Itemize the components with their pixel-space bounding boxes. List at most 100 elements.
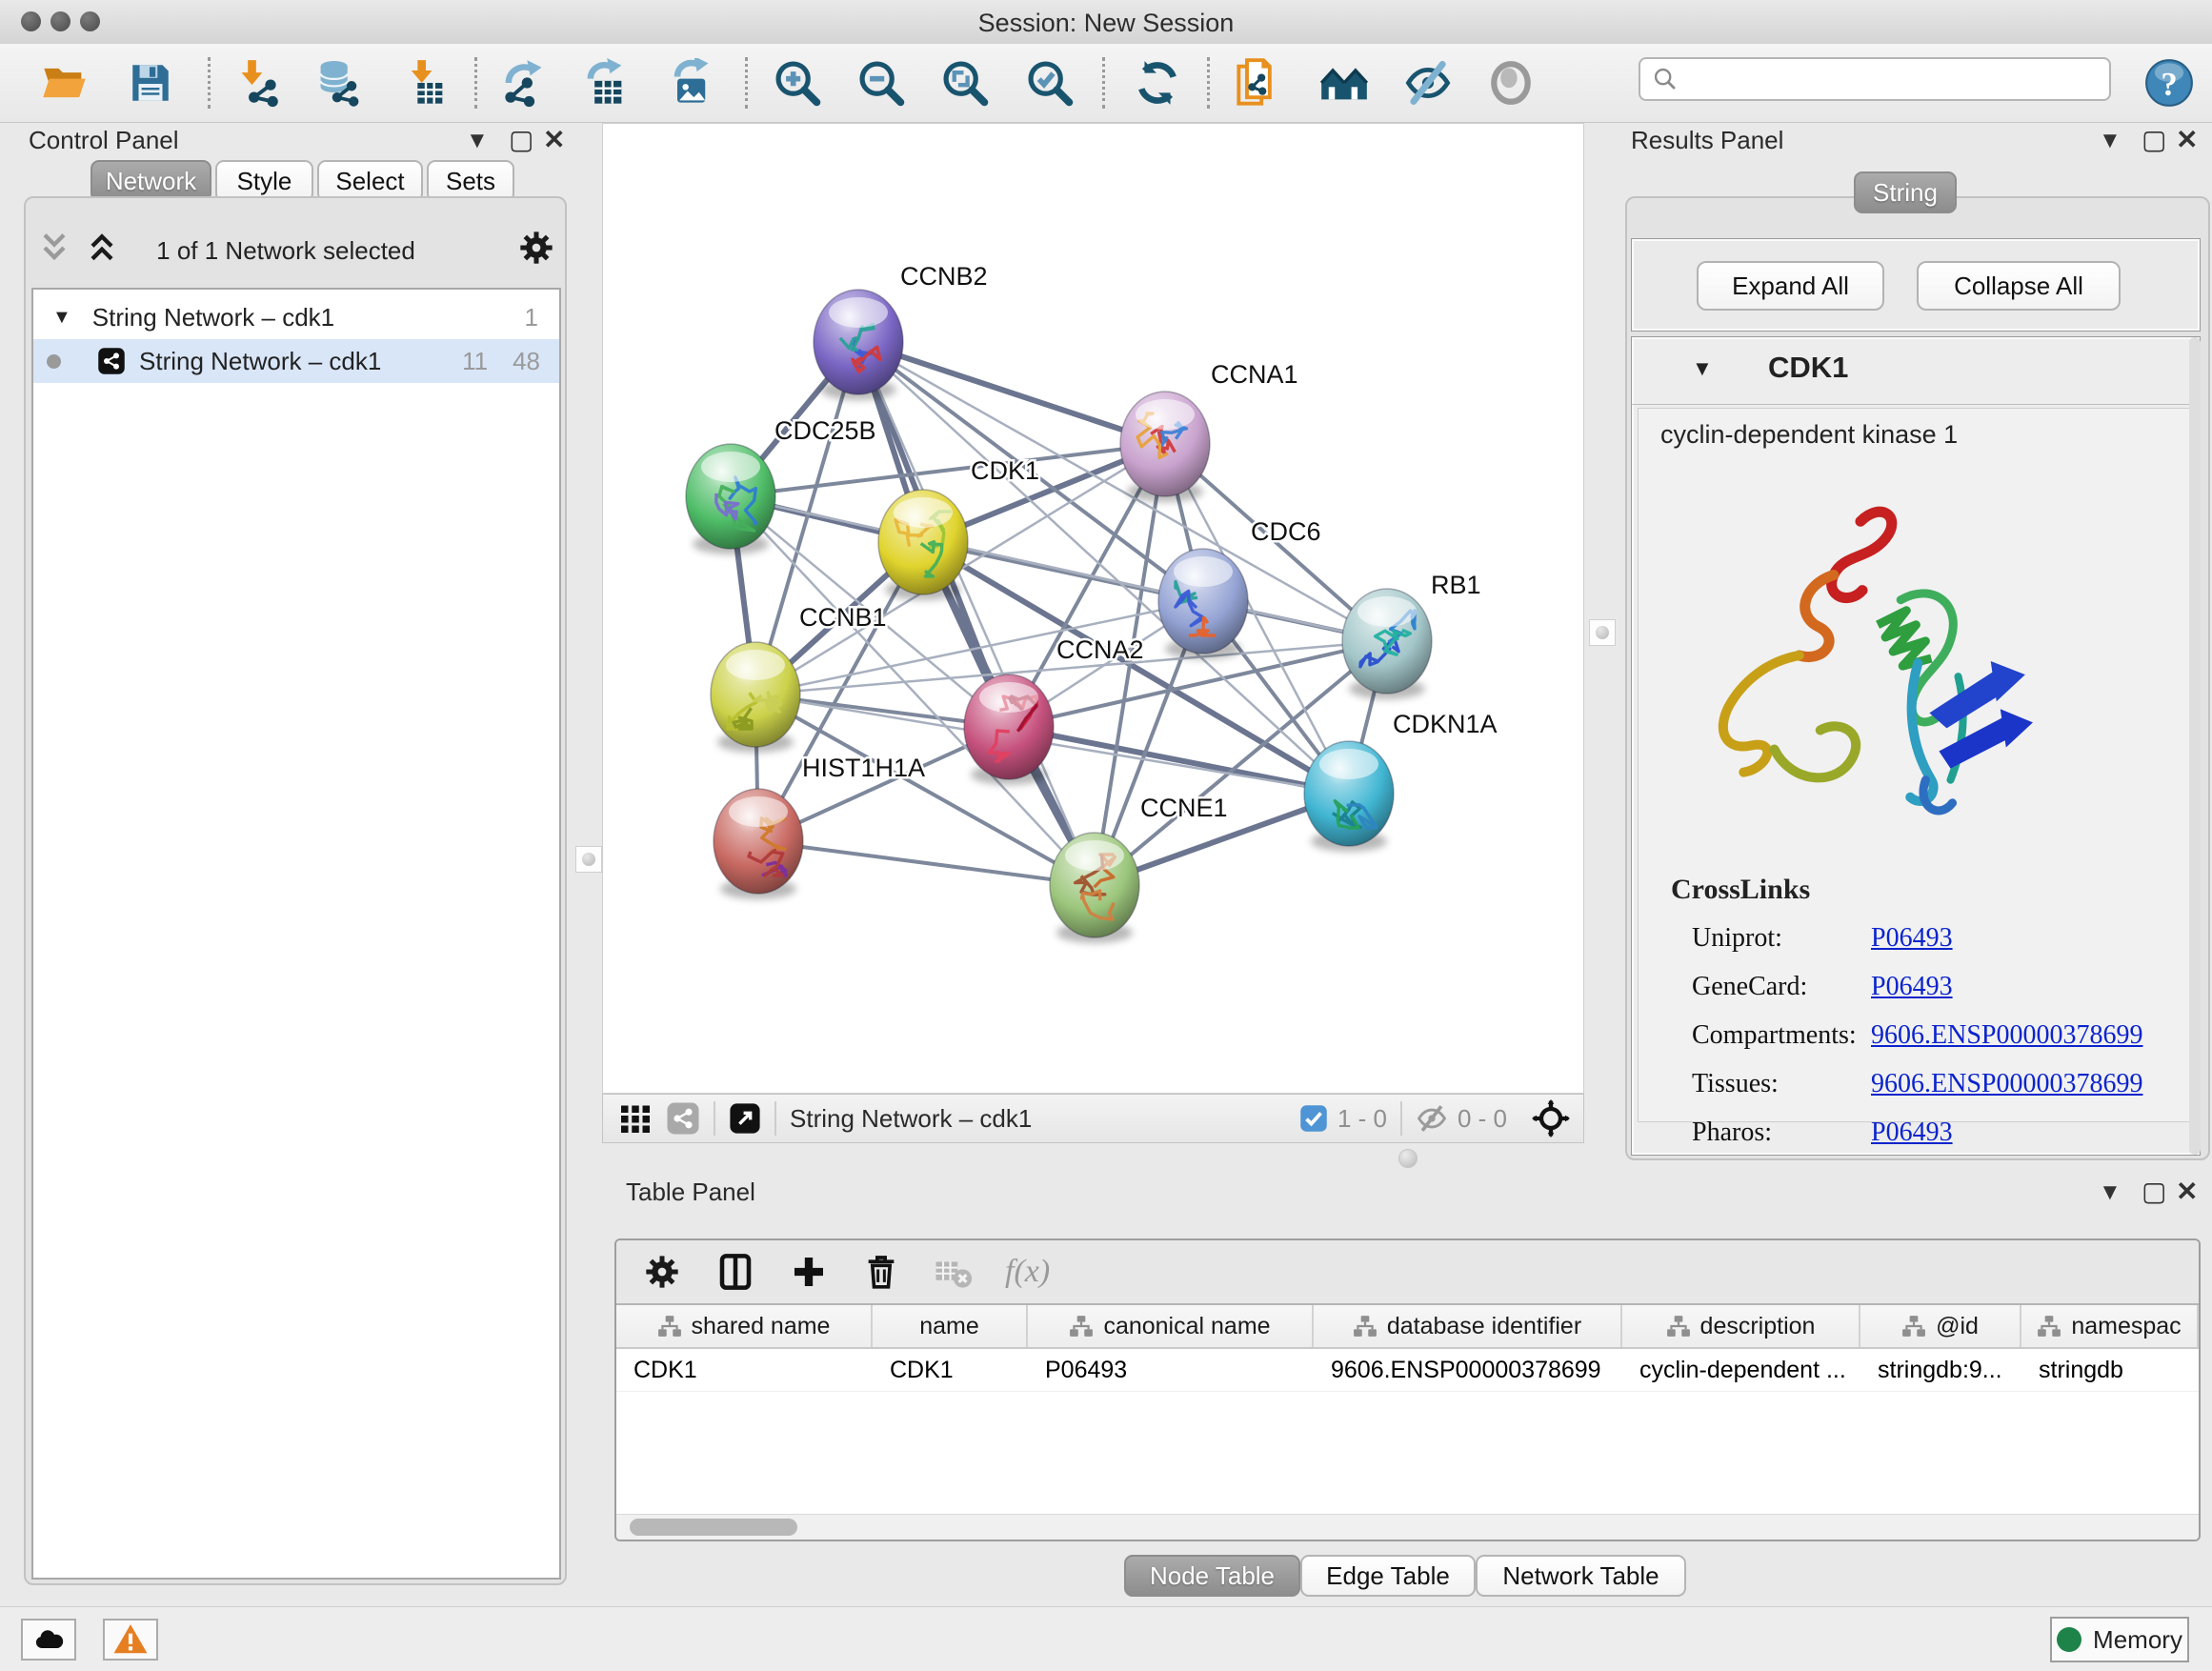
search-input[interactable] — [1679, 65, 2082, 93]
export-image-button[interactable] — [663, 56, 716, 110]
delete-column-button[interactable] — [862, 1253, 900, 1291]
table-cell[interactable]: CDK1 — [616, 1349, 873, 1391]
table-row[interactable]: CDK1CDK1P064939606.ENSP00000378699cyclin… — [616, 1349, 2199, 1392]
save-session-button[interactable] — [124, 56, 177, 110]
navigator-crosshair-icon[interactable] — [1532, 1099, 1570, 1137]
table-panel-maximize-button[interactable]: ▢ — [2142, 1176, 2166, 1207]
control-panel-close-button[interactable]: ✕ — [543, 124, 565, 155]
control-panel-maximize-button[interactable]: ▢ — [509, 124, 533, 155]
import-table-button[interactable] — [399, 56, 452, 110]
network-node-CDK1[interactable] — [878, 490, 968, 594]
export-image-icon — [665, 58, 714, 108]
results-scrollbar[interactable] — [2189, 337, 2201, 1155]
network-node-CDC25B[interactable] — [686, 444, 775, 549]
crosslink-value-link[interactable]: 9606.ENSP00000378699 — [1871, 1069, 2142, 1099]
network-node-CCNA2[interactable] — [964, 674, 1054, 779]
crosslink-value-link[interactable]: 9606.ENSP00000378699 — [1871, 1020, 2142, 1051]
network-node-CCNE1[interactable] — [1050, 833, 1139, 937]
export-network-button[interactable] — [496, 56, 550, 110]
panel-divider-handle[interactable] — [575, 846, 602, 873]
collection-expand-arrow-icon[interactable]: ▼ — [52, 307, 71, 329]
help-button[interactable]: ? — [2144, 58, 2194, 112]
collapse-all-networks-button[interactable] — [38, 229, 70, 272]
column-header-name[interactable]: name — [873, 1305, 1028, 1347]
network-node-RB1[interactable] — [1342, 589, 1432, 694]
results-panel-title: Results Panel — [1631, 126, 1783, 155]
column-header-namespac[interactable]: namespac — [2021, 1305, 2199, 1347]
scrollbar-thumb[interactable] — [630, 1519, 797, 1536]
toolbar-search-box[interactable] — [1639, 57, 2111, 101]
network-node-CCNA1[interactable] — [1120, 392, 1210, 496]
tab-edge-table[interactable]: Edge Table — [1300, 1555, 1476, 1597]
expand-all-networks-button[interactable] — [86, 229, 118, 272]
import-network-from-database-button[interactable] — [312, 56, 365, 110]
network-node-CCNB1[interactable] — [711, 642, 800, 747]
column-header-description[interactable]: description — [1622, 1305, 1860, 1347]
network-row-selected[interactable]: String Network – cdk1 11 48 — [33, 339, 559, 383]
export-table-button[interactable] — [578, 56, 632, 110]
table-cell[interactable]: stringdb:9... — [1860, 1349, 2021, 1391]
tab-node-table[interactable]: Node Table — [1124, 1555, 1300, 1597]
results-card-header[interactable]: ▼ CDK1 — [1632, 337, 2200, 405]
table-cell[interactable]: CDK1 — [873, 1349, 1028, 1391]
create-column-button[interactable] — [790, 1253, 828, 1291]
open-session-button[interactable] — [38, 56, 91, 110]
import-network-button[interactable] — [231, 56, 285, 110]
network-node-CDC6[interactable] — [1158, 549, 1248, 654]
column-header-shared-name[interactable]: shared name — [616, 1305, 873, 1347]
results-panel-close-button[interactable]: ✕ — [2176, 124, 2198, 155]
zoom-in-button[interactable] — [771, 56, 824, 110]
tab-string-results[interactable]: String — [1854, 171, 1957, 213]
network-edge-CCNE1-HIST1H1A[interactable] — [758, 841, 1095, 885]
selected-checkbox-icon[interactable] — [1299, 1104, 1328, 1133]
grid-view-icon[interactable] — [618, 1101, 653, 1136]
collapse-all-button[interactable]: Collapse All — [1917, 261, 2121, 311]
network-node-HIST1H1A[interactable] — [714, 789, 803, 894]
detach-view-icon[interactable] — [729, 1102, 761, 1135]
table-panel-float-button[interactable]: ▼ — [2099, 1179, 2122, 1206]
cloud-status-button[interactable] — [21, 1619, 76, 1661]
table-panel-close-button[interactable]: ✕ — [2176, 1176, 2198, 1207]
crosslink-value-link[interactable]: P06493 — [1871, 972, 1953, 1002]
string-home-button[interactable] — [1317, 56, 1371, 110]
show-columns-button[interactable] — [715, 1252, 755, 1292]
column-header-@id[interactable]: @id — [1860, 1305, 2021, 1347]
panel-divider-handle[interactable] — [1589, 619, 1616, 646]
memory-button[interactable]: Memory — [2050, 1617, 2189, 1662]
table-cell[interactable]: stringdb — [2021, 1349, 2199, 1391]
network-node-CDKN1A[interactable] — [1304, 741, 1394, 846]
collapse-entry-arrow-icon[interactable]: ▼ — [1692, 356, 1713, 381]
column-header-database-identifier[interactable]: database identifier — [1314, 1305, 1622, 1347]
hide-unhide-button[interactable] — [1401, 56, 1455, 110]
zoom-fit-button[interactable] — [938, 56, 992, 110]
new-network-from-selection-button[interactable] — [1233, 56, 1286, 110]
network-edge-CCNB2-CCNE1[interactable] — [858, 342, 1095, 885]
table-cell[interactable]: 9606.ENSP00000378699 — [1314, 1349, 1622, 1391]
network-canvas[interactable]: CCNB2CCNA1CDC25BCDK1CDC6RB1CCNB1CCNA2CDK… — [602, 123, 1584, 1094]
network-node-CCNB2[interactable] — [814, 290, 903, 394]
network-graph[interactable]: CCNB2CCNA1CDC25BCDK1CDC6RB1CCNB1CCNA2CDK… — [603, 124, 1583, 1093]
zoom-out-button[interactable] — [855, 56, 908, 110]
network-view-icon[interactable] — [666, 1101, 700, 1136]
results-panel-float-button[interactable]: ▼ — [2099, 128, 2122, 154]
table-settings-gear-button[interactable] — [643, 1253, 681, 1291]
expand-all-button[interactable]: Expand All — [1697, 261, 1884, 311]
network-collection-row[interactable]: ▼ String Network – cdk1 1 — [33, 295, 559, 339]
ghost-eye-button[interactable] — [1484, 56, 1538, 110]
warnings-button[interactable] — [103, 1619, 158, 1661]
gene-name: CDK1 — [1768, 351, 1848, 385]
table-horizontal-scrollbar[interactable] — [616, 1514, 2199, 1540]
crosslink-value-link[interactable]: P06493 — [1871, 923, 1953, 954]
zoom-selected-button[interactable] — [1023, 56, 1076, 110]
column-header-canonical-name[interactable]: canonical name — [1028, 1305, 1314, 1347]
toolbar-separator — [1207, 57, 1210, 109]
results-panel-maximize-button[interactable]: ▢ — [2142, 124, 2166, 155]
crosslink-value-link[interactable]: P06493 — [1871, 1117, 1953, 1148]
network-options-gear-button[interactable] — [517, 229, 555, 272]
control-panel-float-button[interactable]: ▼ — [466, 128, 489, 154]
horizontal-splitter-handle[interactable] — [1398, 1149, 1418, 1168]
table-cell[interactable]: P06493 — [1028, 1349, 1314, 1391]
apply-layout-button[interactable] — [1131, 56, 1184, 110]
tab-network-table[interactable]: Network Table — [1476, 1555, 1686, 1597]
table-cell[interactable]: cyclin-dependent ... — [1622, 1349, 1860, 1391]
